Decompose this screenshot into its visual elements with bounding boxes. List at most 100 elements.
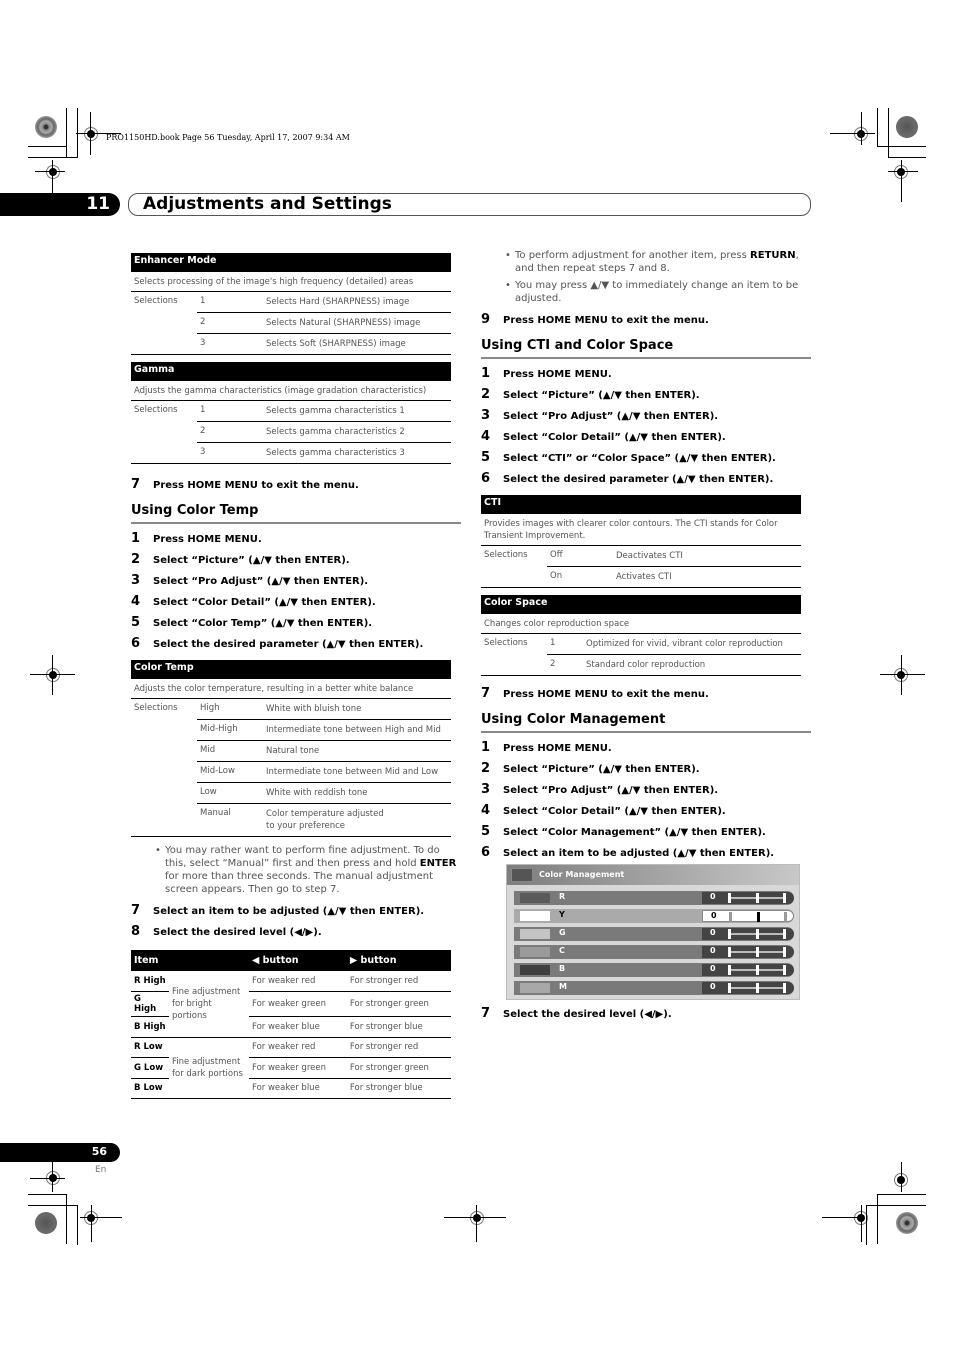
osd-row-c[interactable]: C0 bbox=[514, 945, 794, 959]
registration-mark bbox=[467, 1208, 487, 1228]
slider-end-mark bbox=[784, 912, 787, 922]
step-text: Select “Color Detail” (▲/▼ then ENTER). bbox=[153, 597, 376, 608]
step-number: 6 bbox=[481, 845, 491, 860]
level-slider[interactable]: 0 bbox=[702, 910, 794, 922]
step-text: Press HOME MENU. bbox=[503, 369, 612, 380]
registration-disc-top-right bbox=[896, 116, 918, 138]
chapter-title-frame: Adjustments and Settings bbox=[128, 193, 811, 216]
step: 2 Select “Picture” (▲/▼ then ENTER). bbox=[481, 758, 811, 779]
crop-line bbox=[901, 160, 902, 202]
crop-line bbox=[880, 674, 925, 675]
option-text: Intermediate tone between High and Mid bbox=[263, 720, 451, 741]
step: 1 Press HOME MENU. bbox=[481, 363, 811, 384]
step-number: 2 bbox=[481, 761, 491, 776]
level-value: 0 bbox=[710, 892, 716, 901]
right-effect: For stronger green bbox=[346, 1057, 451, 1079]
option-value: 1 bbox=[197, 292, 263, 313]
table-row: Mid Natural tone bbox=[131, 741, 451, 762]
step: 9 Press HOME MENU to exit the menu. bbox=[481, 309, 811, 330]
item-name: G Low bbox=[131, 1057, 169, 1079]
table-title: Enhancer Mode bbox=[131, 253, 451, 272]
crop-line bbox=[877, 1194, 926, 1195]
step-number: 7 bbox=[131, 477, 141, 492]
table-row: R High Fine adjustment for bright portio… bbox=[131, 971, 451, 1038]
option-value: Off bbox=[547, 546, 613, 567]
selections-label: Selections bbox=[134, 405, 178, 415]
step-text: Select “Color Detail” (▲/▼ then ENTER). bbox=[503, 806, 726, 817]
step-text: Select “Pro Adjust” (▲/▼ then ENTER). bbox=[153, 576, 369, 587]
slider-handle bbox=[756, 912, 760, 922]
level-slider[interactable]: 0 bbox=[702, 946, 794, 958]
option-text: White with bluish tone bbox=[263, 699, 451, 720]
step: 7 Select the desired level (◀/▶). bbox=[481, 1003, 811, 1024]
table-row: Mid-High Intermediate tone between High a… bbox=[131, 720, 451, 741]
table-row: 3 Selects Soft (SHARPNESS) image bbox=[131, 334, 451, 355]
table-row: R Low Fine adjustment for dark portions … bbox=[131, 1037, 451, 1099]
crop-line bbox=[866, 1205, 867, 1245]
crop-line bbox=[888, 108, 889, 158]
crop-line bbox=[80, 1217, 122, 1218]
step: 2 Select “Picture” (▲/▼ then ENTER). bbox=[481, 384, 811, 405]
step-number: 1 bbox=[481, 366, 491, 381]
right-effect: For stronger green bbox=[346, 991, 451, 1017]
slider-track bbox=[728, 983, 786, 993]
color-swatch bbox=[520, 965, 550, 975]
step-text: Select the desired parameter (▲/▼ then E… bbox=[503, 474, 774, 485]
gamma-table: Gamma Adjusts the gamma characteristics … bbox=[131, 362, 451, 464]
osd-row-m[interactable]: M0 bbox=[514, 981, 794, 995]
level-slider[interactable]: 0 bbox=[702, 964, 794, 976]
option-value: 1 bbox=[197, 401, 263, 422]
section-title-color-management: Using Color Management bbox=[481, 710, 811, 733]
slider-end-mark bbox=[728, 929, 731, 939]
header-item: Item bbox=[131, 950, 249, 971]
step-text: Select the desired parameter (▲/▼ then E… bbox=[153, 639, 424, 650]
osd-row-b[interactable]: B0 bbox=[514, 963, 794, 977]
option-value: 2 bbox=[547, 655, 583, 676]
crop-line bbox=[866, 1205, 926, 1206]
crop-line bbox=[28, 146, 66, 147]
level-slider[interactable]: 0 bbox=[702, 982, 794, 994]
option-text: Natural tone bbox=[263, 741, 451, 762]
step-text: Select an item to be adjusted (▲/▼ then … bbox=[503, 848, 775, 859]
step-number: 4 bbox=[131, 594, 141, 609]
step: 4 Select “Color Detail” (▲/▼ then ENTER). bbox=[481, 426, 811, 447]
registration-mark bbox=[81, 124, 101, 144]
table-row: 2 Selects gamma characteristics 2 bbox=[131, 422, 451, 443]
slider-end-mark bbox=[729, 912, 732, 922]
item-name: B High bbox=[131, 1016, 169, 1038]
osd-row-g[interactable]: G0 bbox=[514, 927, 794, 941]
slider-handle bbox=[755, 983, 759, 993]
step-number: 3 bbox=[131, 573, 141, 588]
step: 6 Select the desired parameter (▲/▼ then … bbox=[131, 633, 461, 654]
registration-mark bbox=[43, 162, 63, 182]
step: 4 Select “Color Detail” (▲/▼ then ENTER). bbox=[481, 800, 811, 821]
step-number: 7 bbox=[481, 1006, 491, 1021]
step-number: 5 bbox=[481, 450, 491, 465]
level-value: 0 bbox=[710, 964, 716, 973]
left-effect: For weaker green bbox=[249, 1057, 347, 1079]
crop-line bbox=[28, 1194, 66, 1195]
step-number: 1 bbox=[131, 531, 141, 546]
step-text: Press HOME MENU. bbox=[503, 743, 612, 754]
color-swatch bbox=[520, 947, 550, 957]
slider-track bbox=[729, 912, 787, 922]
right-effect: For stronger red bbox=[346, 971, 451, 992]
selections-label: Selections bbox=[484, 638, 528, 648]
tips-list: To perform adjustment for another item, … bbox=[481, 249, 811, 305]
left-effect: For weaker red bbox=[249, 1037, 347, 1058]
option-value: Manual bbox=[197, 804, 263, 837]
level-slider[interactable]: 0 bbox=[702, 928, 794, 940]
option-text: Standard color reproduction bbox=[583, 655, 801, 676]
crop-line bbox=[888, 157, 926, 158]
crop-line bbox=[861, 1205, 862, 1242]
step-number: 9 bbox=[481, 312, 491, 327]
registration-disc-bottom-left bbox=[35, 1212, 57, 1234]
step-number: 7 bbox=[481, 686, 491, 701]
osd-row-y[interactable]: Y0 bbox=[514, 909, 794, 923]
level-slider[interactable]: 0 bbox=[702, 892, 794, 904]
cti-steps: 1 Press HOME MENU. 2 Select “Picture” (▲/▼… bbox=[481, 363, 811, 489]
osd-row-label: C bbox=[559, 946, 565, 955]
crop-line bbox=[888, 171, 918, 172]
step: 6 Select an item to be adjusted (▲/▼ then… bbox=[481, 842, 811, 863]
osd-row-r[interactable]: R0 bbox=[514, 891, 794, 905]
